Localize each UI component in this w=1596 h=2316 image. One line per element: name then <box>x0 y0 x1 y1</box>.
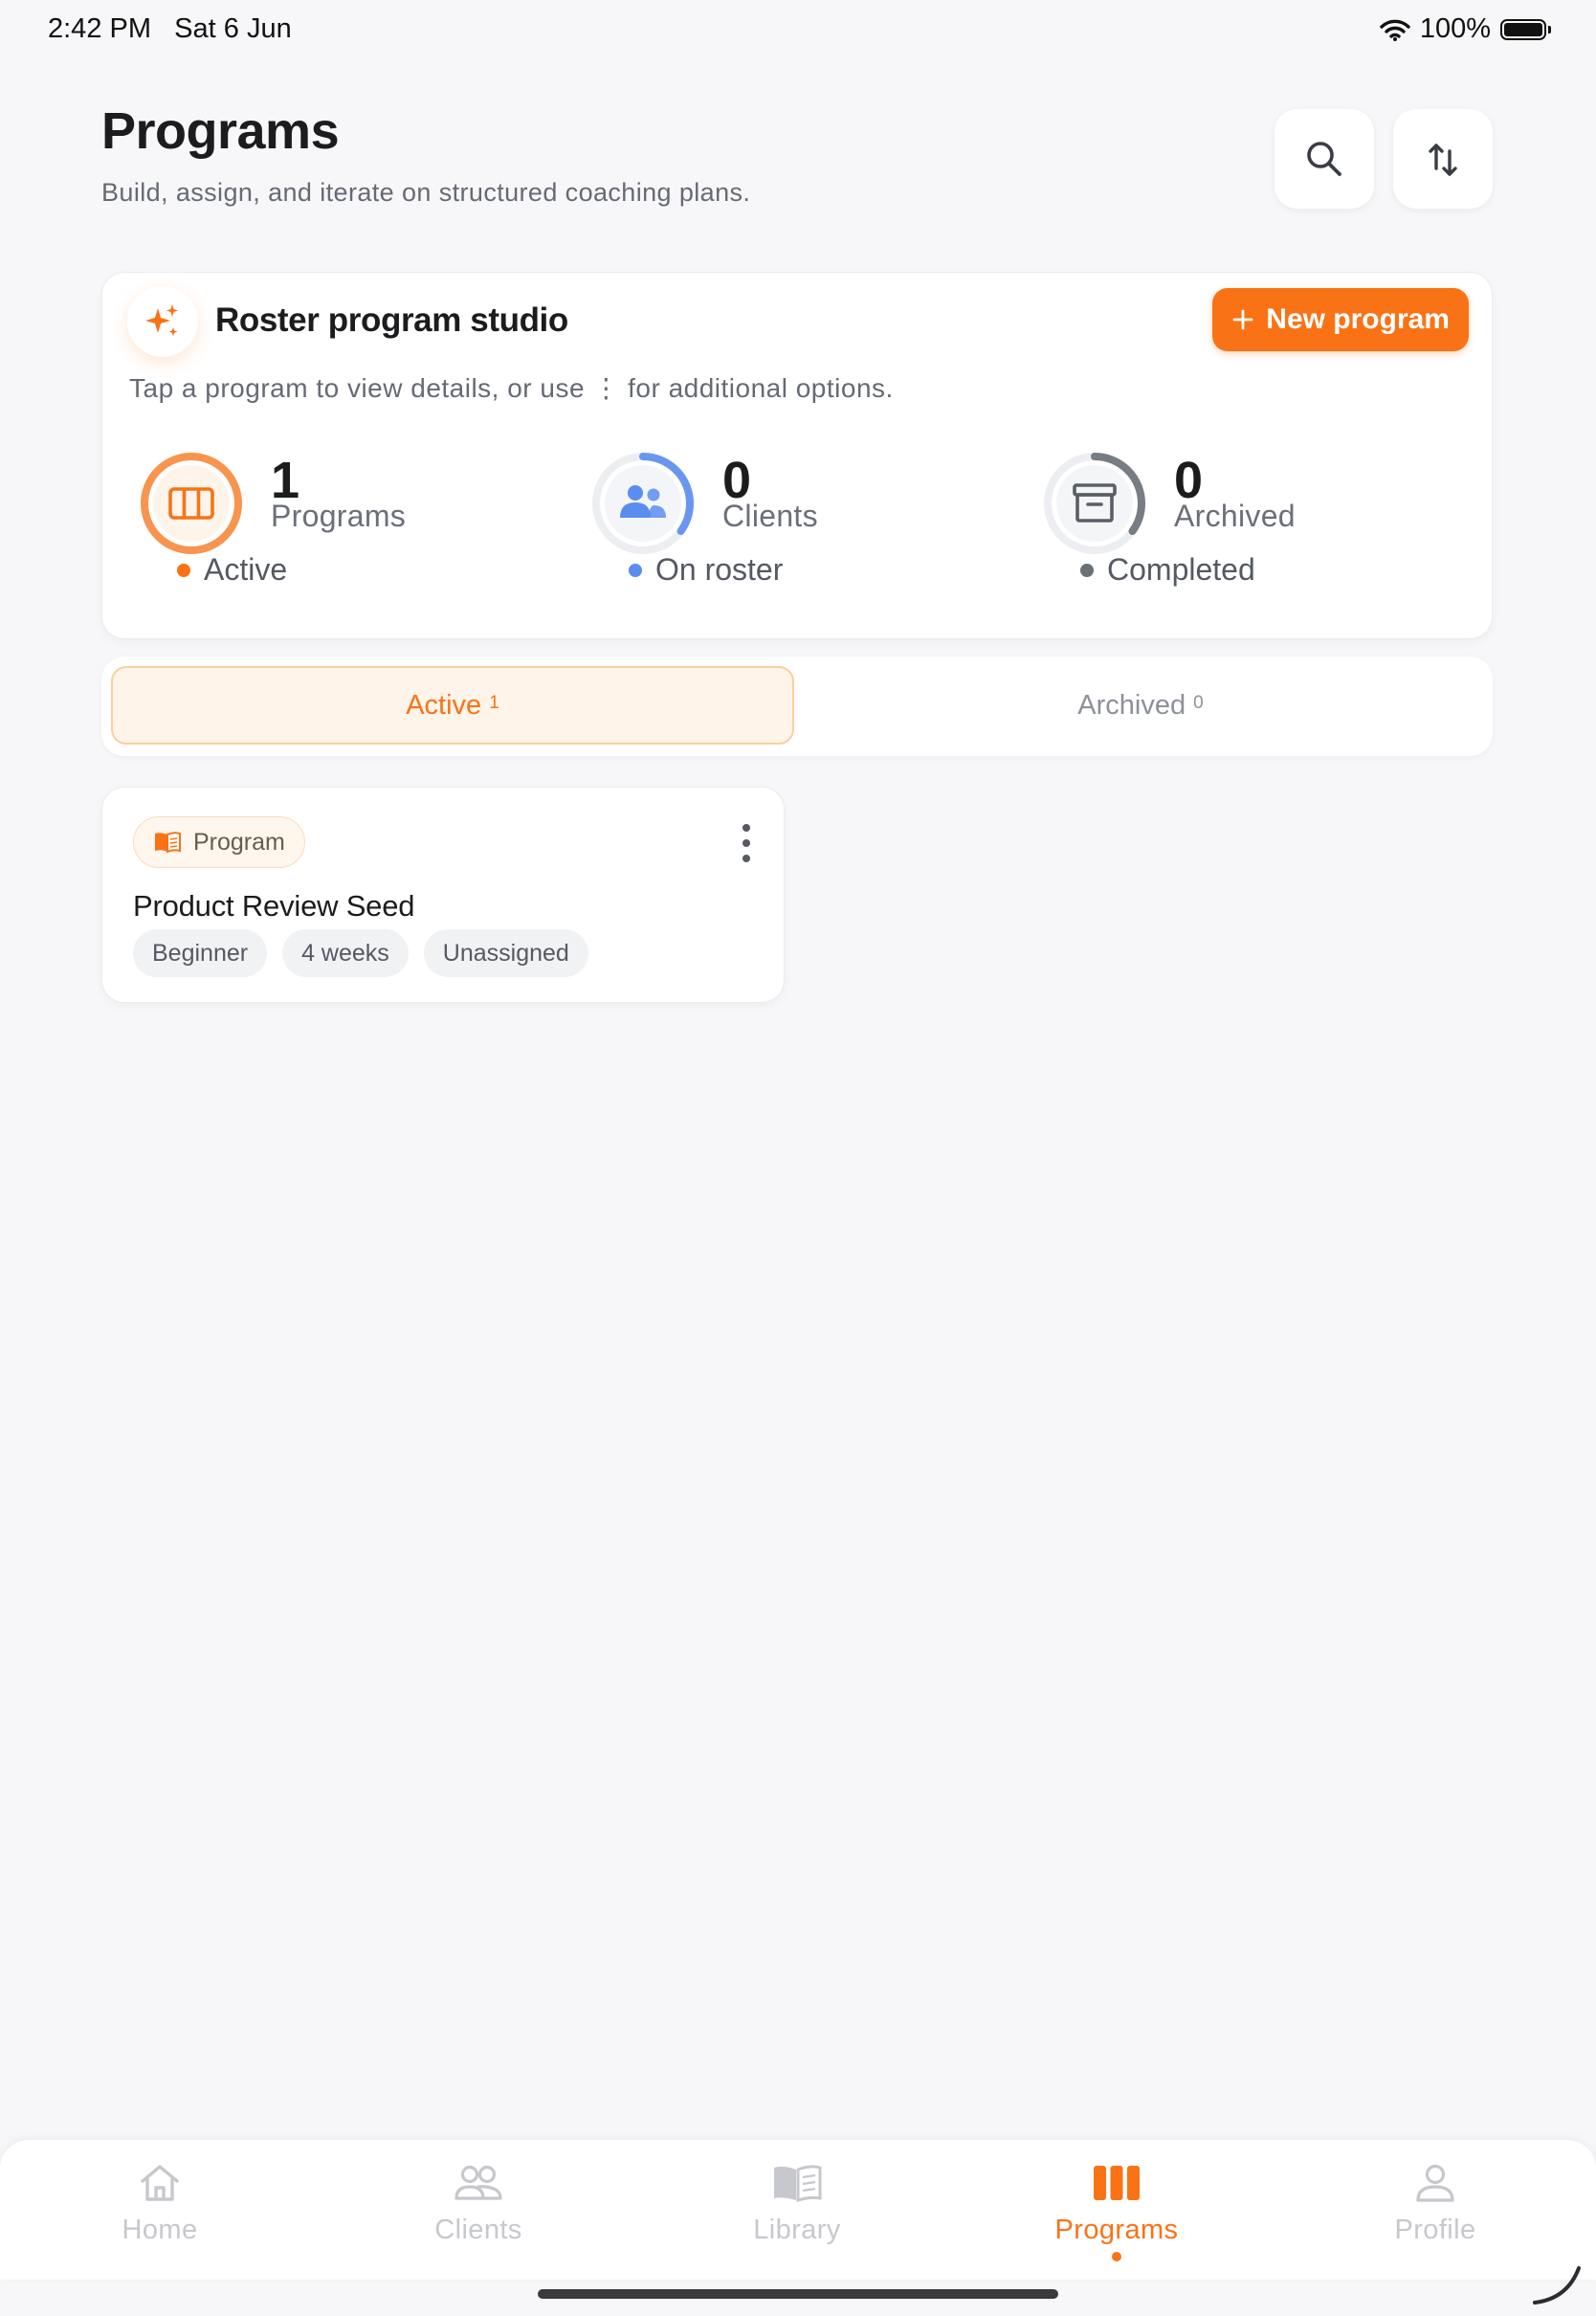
tab-programs-label: Programs <box>1054 2215 1179 2245</box>
archived-ring <box>1044 453 1145 554</box>
search-icon <box>1307 142 1341 176</box>
status-date: Sat 6 Jun <box>174 13 292 44</box>
users-icon <box>454 2165 502 2200</box>
tab-library[interactable]: Library <box>692 2159 902 2264</box>
programs-label: Programs <box>271 499 407 533</box>
studio-card: Roster program studio New program Tap a … <box>101 272 1493 639</box>
sparkle-badge <box>127 286 198 357</box>
duration-chip: 4 weeks <box>282 929 409 977</box>
clients-ring <box>592 453 694 554</box>
home-icon <box>141 2165 179 2201</box>
tab-profile-label: Profile <box>1394 2215 1476 2245</box>
status-time: 2:42 PM Sat 6 Jun <box>48 13 292 44</box>
columns-icon <box>1094 2166 1140 2200</box>
status-bar: 2:42 PM Sat 6 Jun 100% <box>0 0 1596 61</box>
status-segmented-control: Active 1 Archived 0 <box>101 657 1493 756</box>
tab-active-count: 1 <box>489 693 499 713</box>
tab-archived-label: Archived <box>1077 689 1186 721</box>
tab-clients-label: Clients <box>434 2215 522 2245</box>
tab-profile[interactable]: Profile <box>1330 2159 1541 2264</box>
tab-clients[interactable]: Clients <box>373 2159 584 2264</box>
programs-ring <box>141 453 242 554</box>
studio-title: Roster program studio <box>215 301 568 339</box>
tab-programs[interactable]: Programs <box>1011 2159 1222 2264</box>
tab-archived-count: 0 <box>1193 693 1204 713</box>
program-chips: Beginner 4 weeks Unassigned <box>133 929 588 977</box>
active-dot <box>177 563 190 577</box>
sort-icon <box>1429 144 1457 176</box>
program-badge-label: Program <box>193 828 285 856</box>
roster-dot <box>629 563 642 577</box>
stat-archived: 0 Archived Completed <box>1006 451 1427 623</box>
book-icon <box>774 2165 822 2203</box>
home-indicator <box>538 2289 1058 2299</box>
tab-library-label: Library <box>753 2215 841 2245</box>
stat-programs: 1 Programs Active <box>102 451 523 623</box>
sort-button[interactable] <box>1393 109 1493 209</box>
archived-label: Archived <box>1174 499 1296 533</box>
clients-foot: On roster <box>629 552 783 588</box>
completed-dot <box>1080 563 1094 577</box>
active-tab-indicator <box>1112 2252 1121 2261</box>
search-button[interactable] <box>1275 109 1374 209</box>
page-title: Programs <box>101 102 340 160</box>
programs-foot: Active <box>177 552 287 588</box>
status-right: 100% <box>1380 13 1551 45</box>
more-options-icon[interactable] <box>740 824 753 862</box>
new-program-label: New program <box>1266 303 1450 335</box>
battery-icon <box>1500 18 1551 40</box>
tab-active-label: Active <box>406 689 482 721</box>
tab-home[interactable]: Home <box>55 2159 265 2264</box>
level-chip: Beginner <box>133 929 268 977</box>
profile-icon <box>1416 2164 1454 2202</box>
stat-clients: 0 Clients On roster <box>554 451 975 623</box>
sparkle-icon <box>145 304 178 337</box>
plus-icon <box>1232 309 1253 330</box>
wifi-icon <box>1380 19 1410 41</box>
tab-active[interactable]: Active 1 <box>111 666 794 745</box>
clients-label: Clients <box>722 499 818 533</box>
battery-percent: 100% <box>1419 13 1491 44</box>
book-icon <box>155 832 181 854</box>
studio-hint: Tap a program to view details, or use ⋮ … <box>129 373 894 403</box>
corner-scroll-indicator <box>1533 2266 1581 2305</box>
program-title: Product Review Seed <box>133 889 415 923</box>
program-card[interactable]: Program Product Review Seed Beginner 4 w… <box>101 787 785 1003</box>
assignment-chip: Unassigned <box>423 929 588 977</box>
tab-home-label: Home <box>122 2215 198 2245</box>
archived-foot: Completed <box>1080 552 1255 588</box>
page-subtitle: Build, assign, and iterate on structured… <box>101 178 751 207</box>
new-program-button[interactable]: New program <box>1212 288 1469 351</box>
tab-archived[interactable]: Archived 0 <box>798 666 1483 745</box>
program-badge: Program <box>133 816 305 868</box>
bottom-tab-bar: Home Clients Library Programs Profile <box>0 2140 1596 2280</box>
